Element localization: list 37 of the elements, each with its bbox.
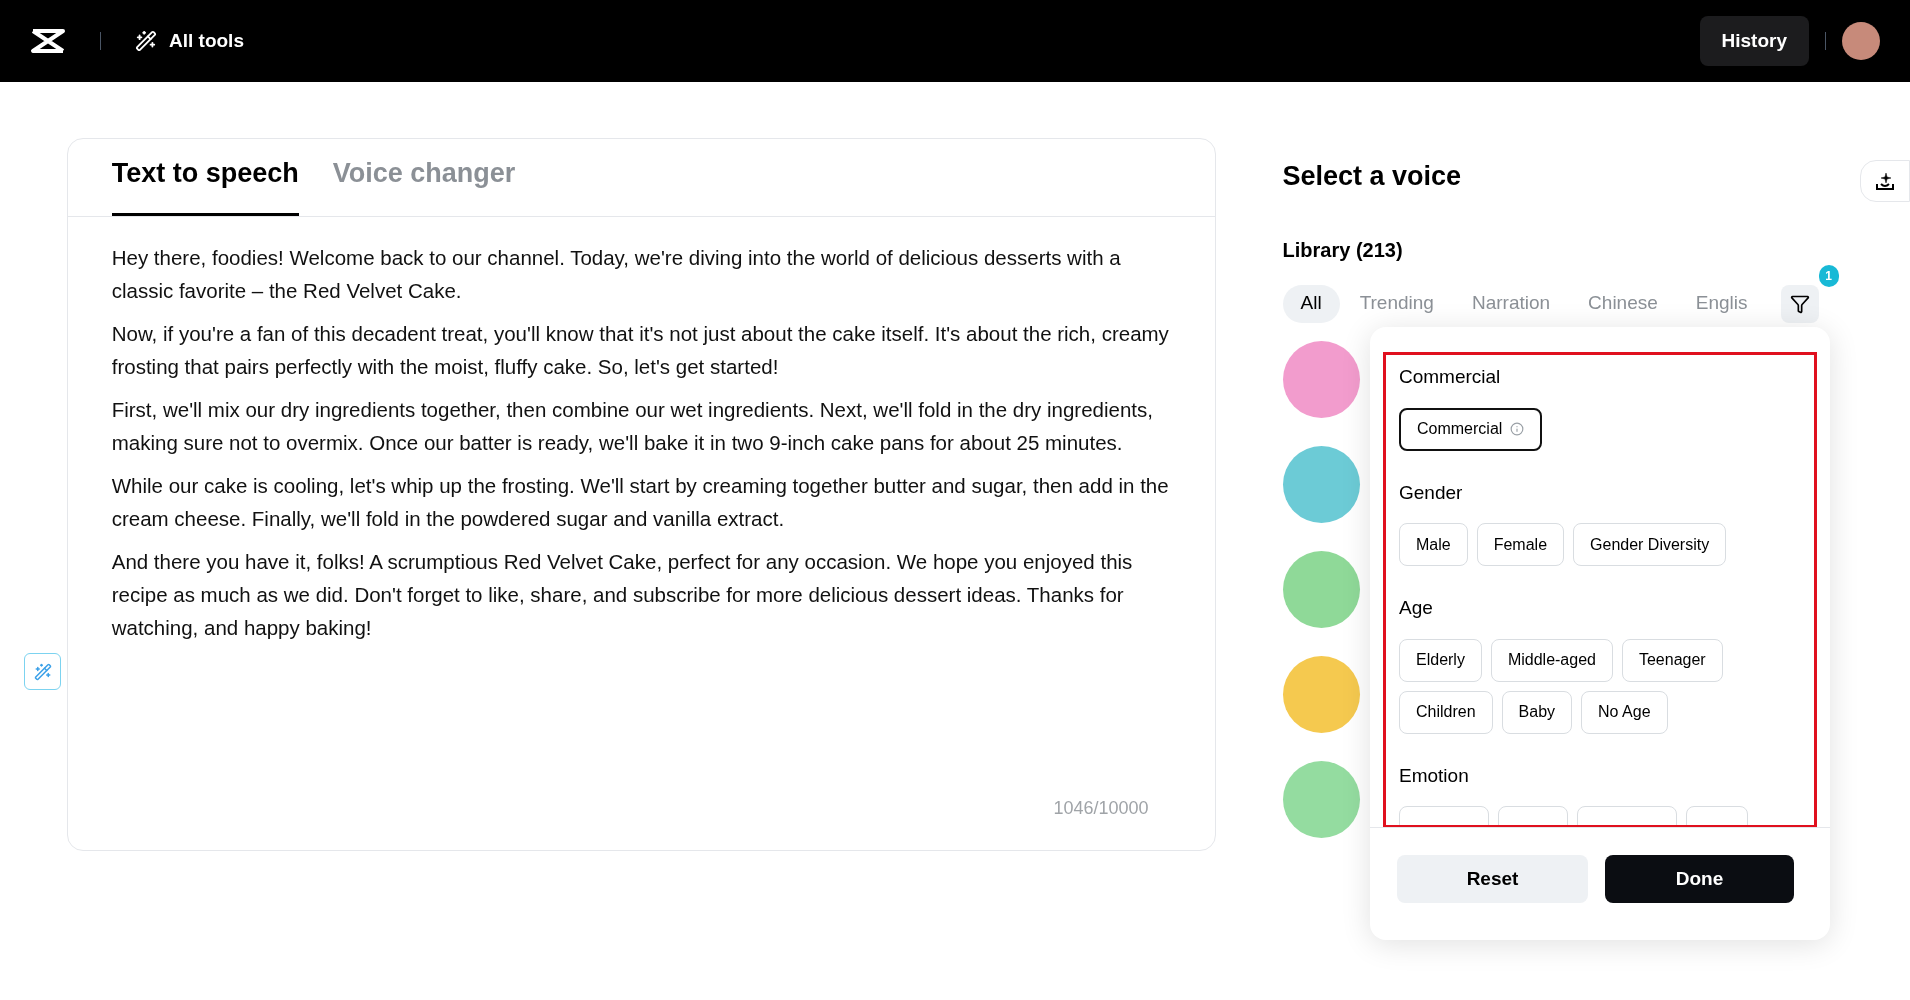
filter-group-title: Commercial [1399,365,1502,389]
script-paragraph: Hey there, foodies! Welcome back to our channel. Today, we're diving into the world of delicious desserts with a classic favorite – the Red Velvet Cake. [111,245,1122,304]
panel-title: Select a voice [1282,160,1463,193]
filter-chip[interactable]: Commercial [1399,407,1543,451]
filter-count-badge: 1 [1818,264,1839,287]
history-button[interactable]: History [1699,16,1809,66]
filter-group-title: Emotion [1399,763,1470,788]
filter-chip[interactable]: Male [1399,523,1468,566]
filter-chip[interactable]: Elderly [1399,638,1482,682]
filter-group-title: Gender [1399,480,1464,505]
filter-chip[interactable]: Gender Diversity [1573,523,1727,566]
logo-icon [30,27,66,55]
done-button[interactable]: Done [1605,855,1794,903]
filter-chip[interactable]: Middle-aged [1490,638,1613,682]
filter-button[interactable] [1780,284,1819,323]
avatar[interactable] [1842,22,1880,60]
script-paragraph: While our cake is cooling, let's whip up the frosting. We'll start by creaming together butter and sugar, then add in the cream cheese. Finally, we'll fold in the powdered sugar and vanilla extract. [111,473,1170,532]
filter-icon [1789,293,1810,314]
reset-button[interactable]: Reset [1397,855,1588,903]
filter-group-title: Age [1399,596,1434,620]
magic-wand-icon[interactable] [135,30,157,52]
filter-chip[interactable]: Baby [1501,690,1573,734]
script-paragraph: First, we'll mix our dry ingredients together, then combine our wet ingredients. Next, we'll fold in the dry ingredients, making sure not to overmix. Once our batter is ready, we'll bake it in two 9-inch cake pans for about 25 minutes. [111,397,1154,456]
filter-chip[interactable]: No Age [1581,690,1668,734]
filter-chip[interactable]: Teenager [1621,638,1723,682]
category-tab[interactable]: All [1282,284,1340,323]
library-label: Library (213) [1282,237,1404,263]
character-counter: 1046/10000 [1053,797,1149,820]
script-paragraph: Now, if you're a fan of this decadent treat, you'll know that it's not just about the cake itself. It's about the rich, creamy frosting that pairs perfectly with the moist, fluffy cake. So, let's get started! [111,321,1170,380]
voice-design-button[interactable] [1860,160,1910,202]
filter-chip[interactable]: Female [1476,523,1565,566]
wand-icon [33,662,52,681]
script-paragraph: And there you have it, folks! A scrumptious Red Velvet Cake, perfect for any occasion. We hope you enjoyed this recipe as much as we did. Don't forget to like, share, and subscribe for more delicious dessert ideas. Thanks for watching, and happy baking! [111,549,1134,641]
magic-edit-button[interactable] [24,653,61,690]
filter-chip[interactable]: Children [1399,690,1493,734]
all-tools-link[interactable]: All tools [169,26,244,56]
tab[interactable]: Text to speech [111,152,299,216]
